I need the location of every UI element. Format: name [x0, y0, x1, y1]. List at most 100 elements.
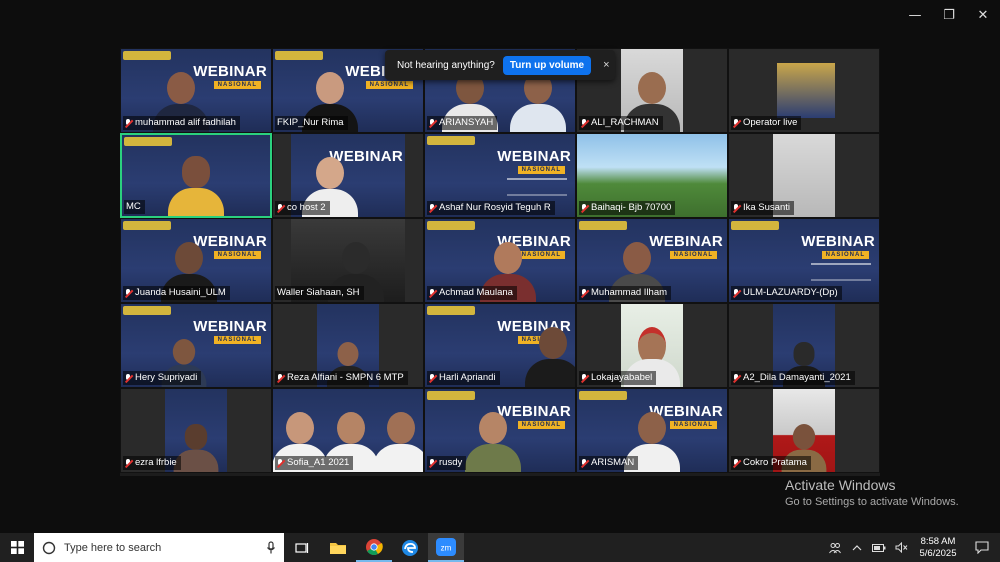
taskbar: Type here to search zm 8:58 AM 5/6/2025	[0, 533, 1000, 562]
participant-name-tag: co host 2	[275, 201, 330, 215]
watermark-title: Activate Windows	[785, 477, 896, 493]
mic-muted-icon	[125, 288, 132, 298]
webinar-subtitle: NASIONAL	[821, 251, 869, 259]
file-explorer-button[interactable]	[320, 533, 356, 562]
close-banner-icon[interactable]: ×	[603, 59, 609, 71]
participant-name-tag: Lokajayababel	[579, 371, 657, 385]
participant-tile[interactable]: Reza Alfiani - SMPN 6 MTP	[272, 303, 424, 388]
participant-name-tag: A2_Dila Damayanti_2021	[731, 371, 855, 385]
participant-tile[interactable]: WEBINAR NASIONAL Muhammad Ilham	[576, 218, 728, 303]
participant-name-tag: rusdy	[427, 456, 467, 470]
participant-tile[interactable]: WEBINAR NASIONAL Ashaf Nur Rosyid Teguh …	[424, 133, 576, 218]
sponsor-logos	[124, 137, 172, 146]
participant-name: co host 2	[287, 202, 326, 213]
webinar-subtitle: NASIONAL	[365, 81, 413, 89]
participant-tile[interactable]: WEBINAR NASIONAL Harli Apriandi	[424, 303, 576, 388]
webinar-description	[811, 263, 871, 281]
notification-center-button[interactable]	[964, 541, 1000, 554]
participant-tile[interactable]: Lokajayababel	[576, 303, 728, 388]
mic-muted-icon	[277, 203, 284, 213]
participant-name: A2_Dila Damayanti_2021	[743, 372, 851, 383]
participant-name-tag: MC	[124, 200, 145, 214]
minimize-button[interactable]: —	[898, 0, 932, 30]
battery-icon[interactable]	[868, 543, 890, 552]
participant-tile[interactable]: Waller Siahaan, SH	[272, 218, 424, 303]
edge-button[interactable]	[392, 533, 428, 562]
participant-tile[interactable]: Ika Susanti	[728, 133, 880, 218]
close-button[interactable]: ✕	[966, 0, 1000, 30]
participant-tile[interactable]: WEBINAR NASIONAL Achmad Maulana	[424, 218, 576, 303]
task-view-button[interactable]	[284, 533, 320, 562]
show-hidden-icons-chevron-icon[interactable]	[846, 544, 868, 552]
participant-name: Reza Alfiani - SMPN 6 MTP	[287, 372, 404, 383]
search-icon	[42, 541, 56, 554]
participant-name-tag: Harli Apriandi	[427, 371, 500, 385]
participant-tile[interactable]: WEBINAR NASIONAL ARISMAN	[576, 388, 728, 473]
people-icon[interactable]	[824, 542, 846, 554]
start-button[interactable]	[0, 533, 34, 562]
participant-tile[interactable]: WEBINAR NASIONAL Juanda Husaini_ULM	[120, 218, 272, 303]
participant-name: ULM-LAZUARDY-(Dp)	[743, 287, 838, 298]
participant-video	[168, 152, 224, 216]
zoom-button[interactable]: zm	[428, 533, 464, 562]
window-controls: — ❐ ✕	[898, 0, 1000, 30]
mic-muted-icon	[733, 458, 740, 468]
taskbar-clock[interactable]: 8:58 AM 5/6/2025	[912, 536, 964, 560]
participant-tile[interactable]: WEBINAR NASIONAL muhammad alif fadhilah	[120, 48, 272, 133]
edge-icon	[402, 539, 418, 556]
sponsor-logos	[427, 391, 475, 400]
participant-name: Cokro Pratama	[743, 457, 807, 468]
participant-name-tag: ARIANSYAH	[427, 116, 498, 130]
shared-slide-thumbnail	[777, 63, 835, 118]
participant-name: ARIANSYAH	[439, 117, 494, 128]
webinar-title: WEBINAR	[193, 318, 267, 335]
participant-tile[interactable]: A2_Dila Damayanti_2021	[728, 303, 880, 388]
participant-name-tag: FKIP_Nur Rima	[275, 116, 348, 130]
participant-name-tag: Sofia_A1 2021	[275, 456, 354, 470]
participant-tile[interactable]: WEBINAR NASIONAL rusdy	[424, 388, 576, 473]
taskbar-search-input[interactable]: Type here to search	[34, 533, 284, 562]
webinar-title: WEBINAR	[801, 233, 875, 250]
sponsor-logos	[123, 221, 171, 230]
participant-name: Baihaqi- Bjb 70700	[591, 202, 672, 213]
mic-muted-icon	[581, 203, 588, 213]
restore-button[interactable]: ❐	[932, 0, 966, 30]
mic-muted-icon	[125, 458, 132, 468]
watermark-subtitle: Go to Settings to activate Windows.	[785, 496, 959, 508]
mic-muted-icon	[429, 373, 436, 383]
volume-muted-icon[interactable]	[890, 542, 912, 553]
mic-muted-icon	[581, 288, 588, 298]
mic-muted-icon	[429, 288, 436, 298]
mic-muted-icon	[733, 118, 740, 128]
webinar-subtitle: NASIONAL	[213, 81, 261, 89]
participant-name-tag: Operator live	[731, 116, 802, 130]
participant-tile[interactable]: WEBINAR NASIONAL Hery Supriyadi	[120, 303, 272, 388]
participant-name-tag: Reza Alfiani - SMPN 6 MTP	[275, 371, 408, 385]
participant-tile[interactable]: Sofia_A1 2021	[272, 388, 424, 473]
notification-icon	[975, 541, 989, 554]
participant-name: MC	[126, 201, 141, 212]
participant-name: Hery Supriyadi	[135, 372, 198, 383]
mic-muted-icon	[733, 288, 740, 298]
participant-tile[interactable]: WEBINAR co host 2	[272, 133, 424, 218]
participant-tile[interactable]: Baihaqi- Bjb 70700	[576, 133, 728, 218]
mic-muted-icon	[429, 118, 436, 128]
turn-up-volume-button[interactable]: Turn up volume	[502, 55, 592, 75]
participant-tile[interactable]: Operator live	[728, 48, 880, 133]
sponsor-logos	[731, 221, 779, 230]
participant-tile[interactable]: Cokro Pratama	[728, 388, 880, 473]
zoom-icon-label: zm	[441, 543, 452, 552]
participant-name-tag: ALI_RACHMAN	[579, 116, 663, 130]
participant-name: Ashaf Nur Rosyid Teguh R	[439, 202, 551, 213]
participant-name: ARISMAN	[591, 457, 635, 468]
microphone-icon[interactable]	[266, 540, 276, 555]
participant-tile[interactable]: ezra lfrbie	[120, 388, 272, 473]
participant-tile-active-speaker[interactable]: MC	[120, 133, 272, 218]
system-tray: 8:58 AM 5/6/2025	[824, 533, 1000, 562]
participant-tile[interactable]: WEBINAR NASIONAL ULM-LAZUARDY-(Dp)	[728, 218, 880, 303]
chrome-button[interactable]	[356, 533, 392, 562]
webinar-subtitle: NASIONAL	[669, 251, 717, 259]
clock-date: 5/6/2025	[919, 547, 957, 559]
mic-muted-icon	[125, 373, 132, 383]
participant-name: Operator live	[743, 117, 798, 128]
